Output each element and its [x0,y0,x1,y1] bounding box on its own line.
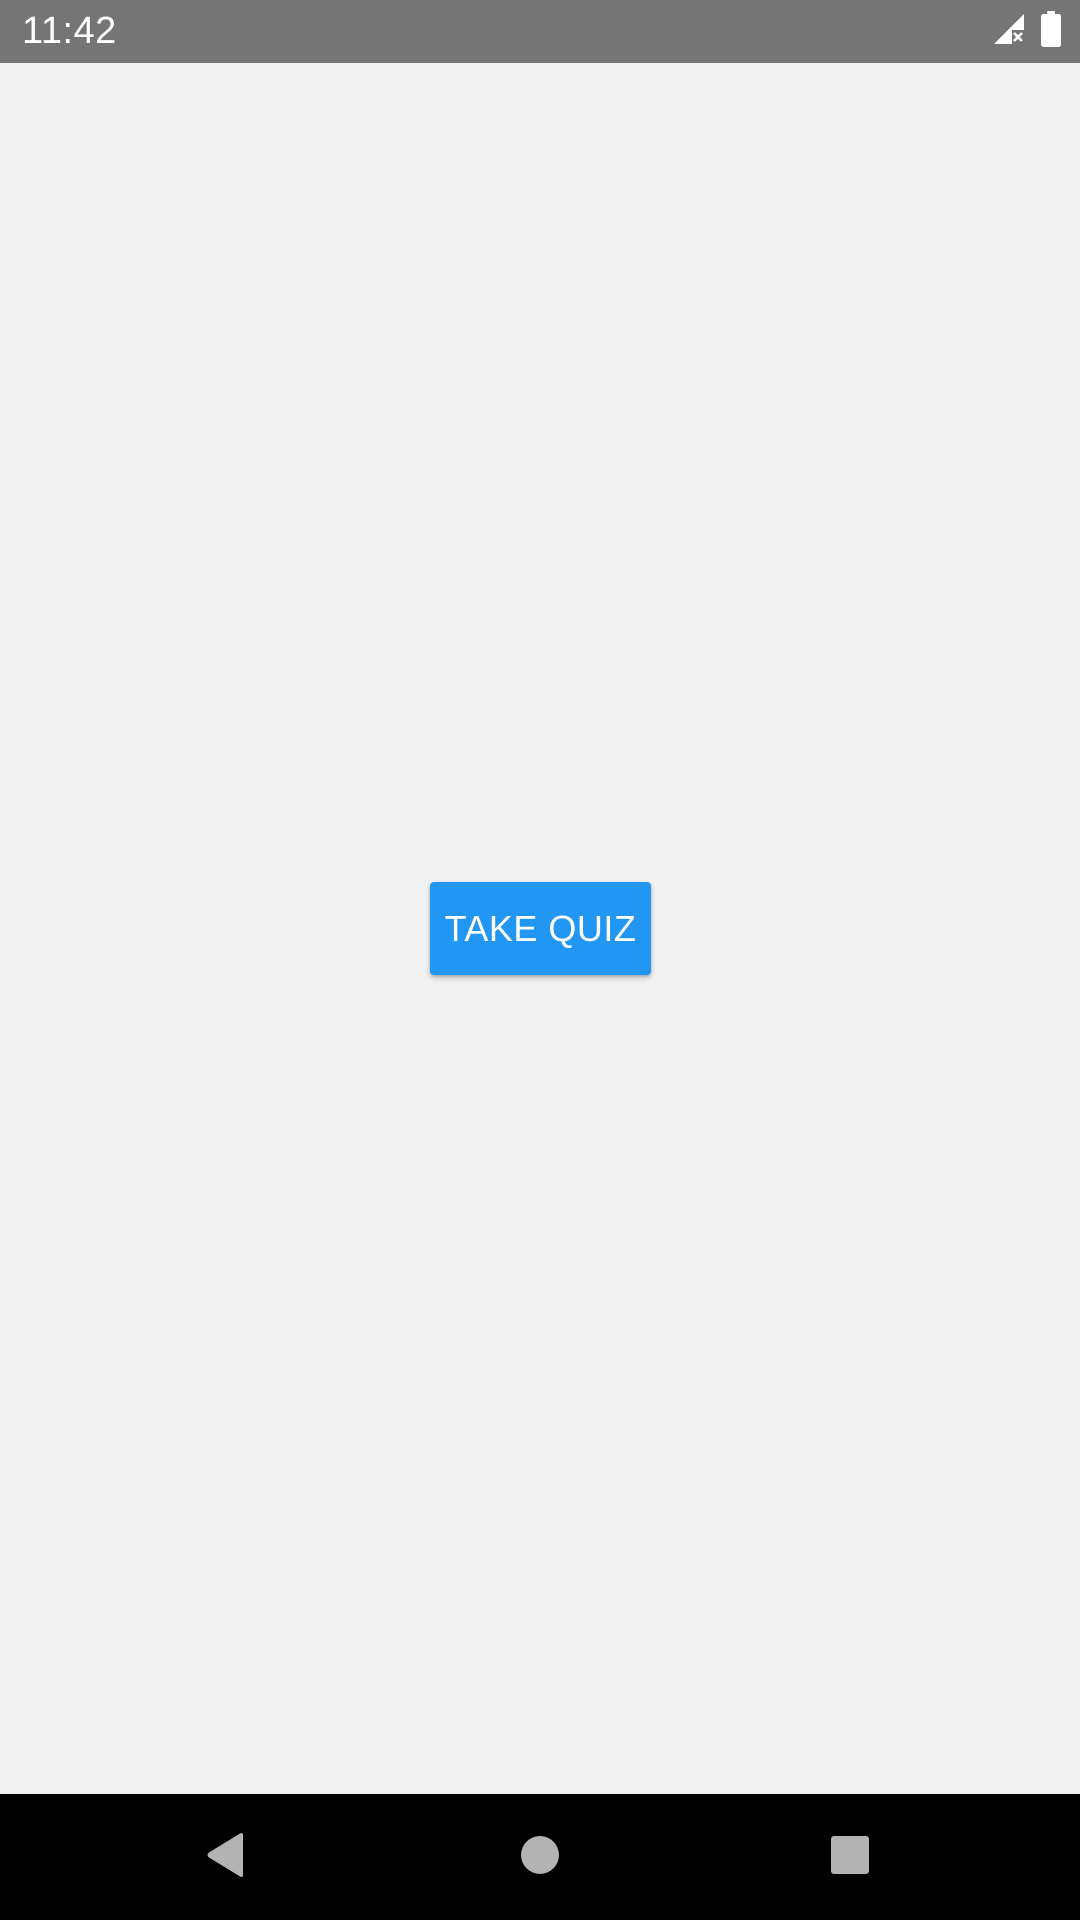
recents-icon [830,1835,870,1880]
status-bar: 11:42 [0,0,1080,63]
take-quiz-button[interactable]: TAKE QUIZ [430,882,651,975]
nav-home-button[interactable] [470,1794,610,1920]
status-icons [992,0,1062,63]
status-time: 11:42 [22,10,117,52]
signal-no-connection-icon [992,12,1026,51]
app-screen: 11:42 TAKE QUIZ [0,0,1080,1920]
main-content: TAKE QUIZ [0,63,1080,1794]
navigation-bar [0,1794,1080,1920]
nav-recents-button[interactable] [780,1794,920,1920]
battery-full-icon [1040,11,1062,52]
home-icon [520,1835,560,1880]
nav-back-button[interactable] [156,1794,296,1920]
back-icon [205,1832,247,1883]
